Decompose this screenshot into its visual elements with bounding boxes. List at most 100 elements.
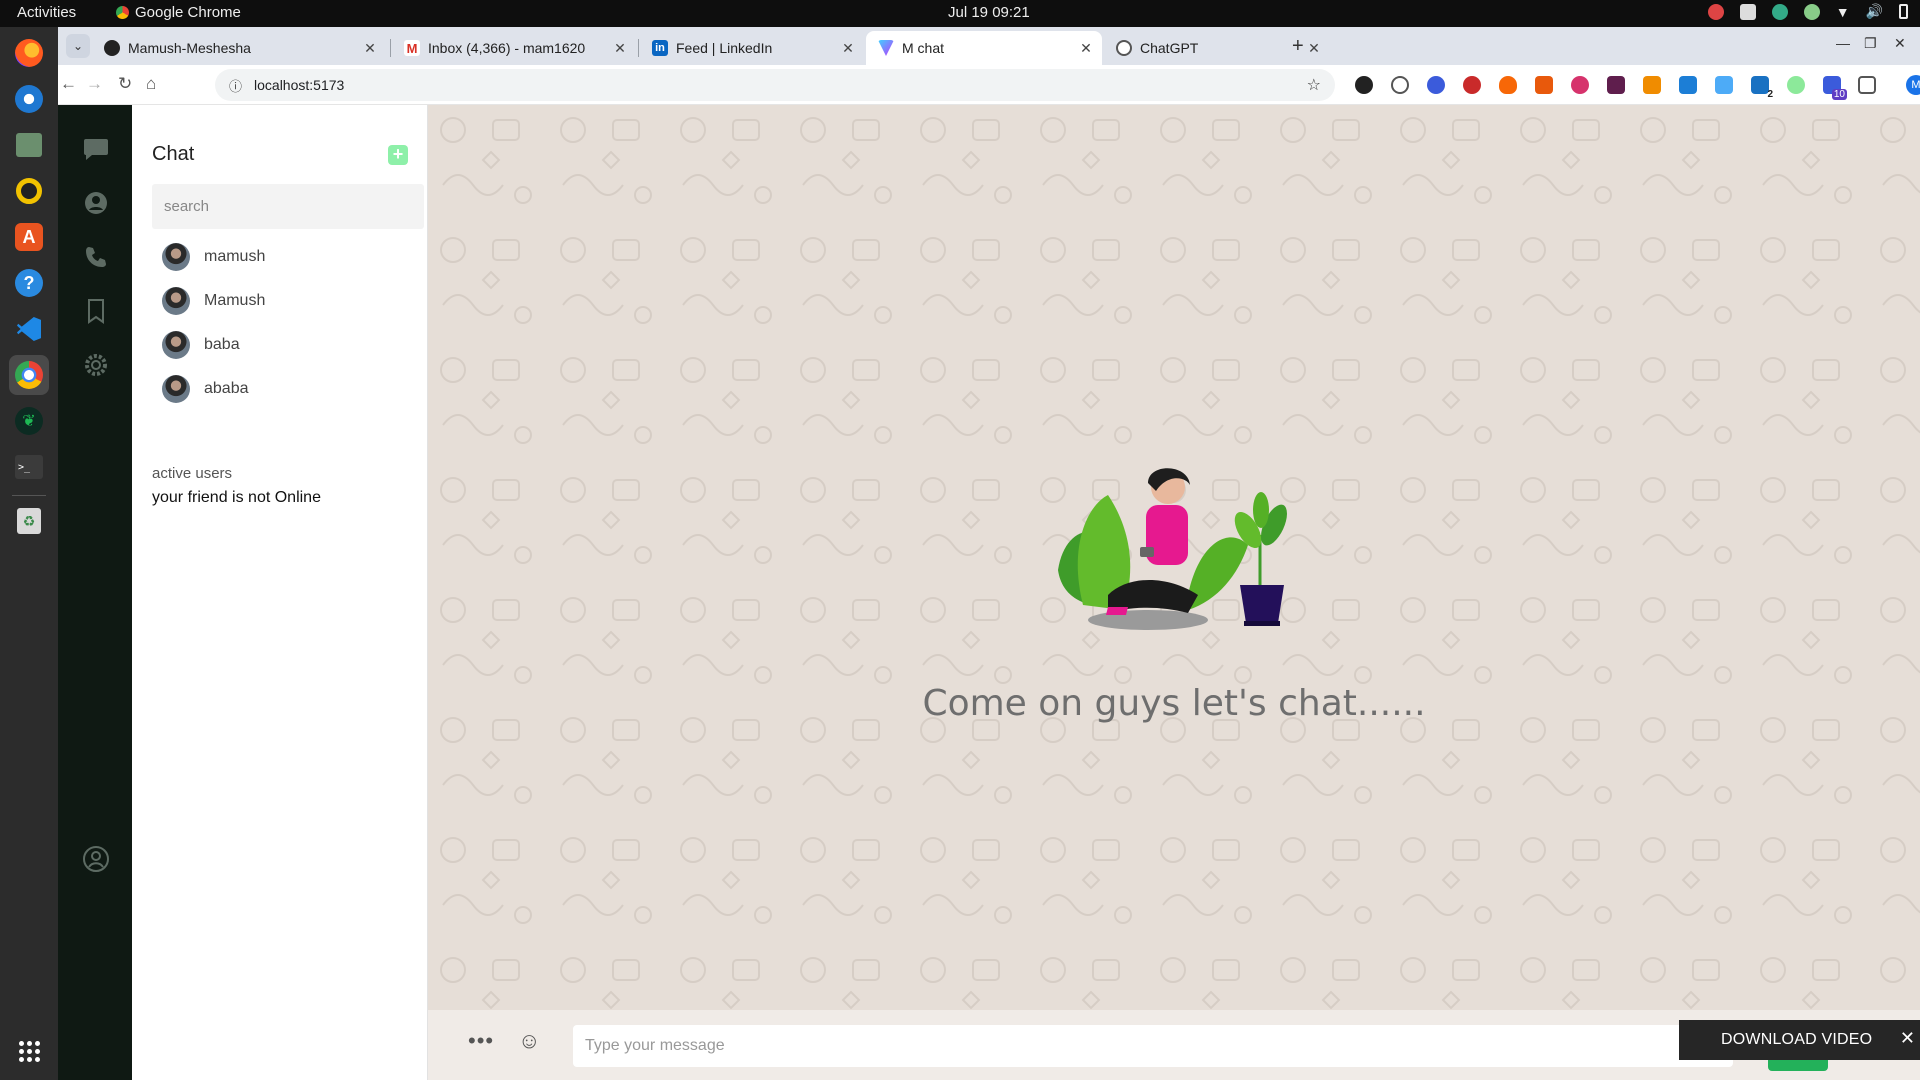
tab-linkedin[interactable]: in Feed | LinkedIn ✕ — [640, 31, 864, 65]
extensions-puzzle-icon[interactable] — [1858, 76, 1876, 94]
chat-main-area: Come on guys let's chat...... ••• ☺ DOWN… — [428, 105, 1920, 1080]
vscode-icon[interactable] — [9, 309, 49, 349]
contact-item[interactable]: baba — [162, 329, 402, 361]
firefox-icon[interactable] — [9, 33, 49, 73]
person-with-plant-illustration — [1058, 468, 1287, 630]
trash-icon[interactable]: ♻ — [9, 501, 49, 541]
more-options-icon[interactable]: ••• — [468, 1028, 494, 1054]
tab-title: M chat — [902, 40, 945, 56]
tray-shield-icon[interactable] — [1803, 3, 1820, 20]
extension-icon[interactable] — [1571, 76, 1589, 94]
extension-icon[interactable] — [1355, 76, 1373, 94]
tab-close-icon[interactable]: ✕ — [360, 40, 380, 57]
contact-item[interactable]: ababa — [162, 373, 402, 405]
extension-icon[interactable]: 10 — [1823, 76, 1847, 100]
clock[interactable]: Jul 19 09:21 — [948, 4, 1030, 21]
bookmark-icon[interactable] — [82, 297, 110, 325]
extension-badge: 2 — [1767, 89, 1773, 100]
system-tray[interactable]: ▼ 🔊 — [1707, 3, 1908, 20]
gmail-icon: M — [404, 40, 420, 56]
help-icon[interactable]: ? — [9, 263, 49, 303]
files-icon[interactable] — [9, 125, 49, 165]
extension-icon[interactable] — [1607, 76, 1625, 94]
url-text[interactable]: localhost:5173 — [254, 77, 344, 93]
rhythmbox-icon[interactable] — [9, 171, 49, 211]
reload-icon[interactable]: ↻ — [118, 74, 132, 94]
volume-icon[interactable]: 🔊 — [1866, 3, 1883, 20]
contact-item[interactable]: Mamush — [162, 285, 402, 317]
tab-title: ChatGPT — [1140, 40, 1199, 56]
close-icon[interactable]: ✕ — [1900, 1028, 1915, 1049]
extension-icon[interactable] — [1535, 76, 1553, 94]
add-chat-plus-icon[interactable]: + — [388, 145, 408, 165]
chat-app: Chat + mamush Mamush baba ababa — [58, 105, 1920, 1080]
tab-strip: ⌄ Mamush-Meshesha ✕ M Inbox (4,366) - ma… — [58, 27, 1920, 65]
tab-close-icon[interactable]: ✕ — [1304, 40, 1324, 57]
site-info-icon[interactable]: ⓘ — [229, 76, 242, 95]
close-window-icon[interactable]: ✕ — [1894, 35, 1906, 52]
phone-call-icon[interactable] — [82, 243, 110, 271]
chat-bubble-icon[interactable] — [82, 135, 110, 163]
tab-close-icon[interactable]: ✕ — [1076, 40, 1096, 57]
tab-close-icon[interactable]: ✕ — [838, 40, 858, 57]
restore-icon[interactable]: ❐ — [1864, 35, 1877, 52]
contact-item[interactable]: mamush — [162, 241, 402, 273]
contact-name: ababa — [204, 380, 249, 397]
tray-chrome-icon[interactable] — [1771, 3, 1788, 20]
address-bar[interactable]: ⓘ localhost:5173 ☆ — [215, 69, 1335, 101]
activities-button[interactable]: Activities — [17, 4, 76, 21]
wifi-icon[interactable]: ▼ — [1836, 4, 1850, 20]
vite-icon — [878, 40, 894, 56]
chrome-dock-icon[interactable] — [9, 355, 49, 395]
home-icon[interactable]: ⌂ — [146, 74, 156, 94]
emoji-icon[interactable]: ☺ — [518, 1028, 540, 1054]
friend-status-text: your friend is not Online — [152, 489, 321, 506]
tray-app-icon[interactable] — [1739, 3, 1756, 20]
show-apps-icon[interactable] — [9, 1031, 49, 1071]
tab-search-chevron-icon[interactable]: ⌄ — [66, 34, 90, 58]
extension-icon[interactable] — [1787, 76, 1805, 94]
dock: A ? ❦ >_ ♻ — [0, 27, 58, 1080]
tray-app-icon[interactable] — [1707, 3, 1724, 20]
app-center-icon[interactable]: A — [9, 217, 49, 257]
panel-title: Chat — [152, 143, 195, 165]
extension-icon[interactable] — [1427, 76, 1445, 94]
extension-badge: 10 — [1831, 89, 1847, 100]
extension-icon[interactable] — [1499, 76, 1517, 94]
forward-arrow-icon[interactable]: → — [86, 74, 103, 94]
chrome-icon — [116, 6, 129, 19]
app-menu[interactable]: Google Chrome — [116, 4, 241, 21]
battery-icon[interactable] — [1899, 4, 1908, 19]
extension-icon[interactable]: 2 — [1751, 76, 1773, 100]
search-input[interactable] — [152, 184, 424, 229]
minimize-icon[interactable]: — — [1836, 35, 1850, 51]
tab-title: Feed | LinkedIn — [676, 40, 773, 56]
download-video-overlay[interactable]: DOWNLOAD VIDEO ✕ — [1679, 1020, 1920, 1060]
mongodb-compass-icon[interactable]: ❦ — [9, 401, 49, 441]
avatar — [162, 375, 190, 403]
download-video-label: DOWNLOAD VIDEO — [1721, 1031, 1873, 1048]
extension-icon[interactable] — [1679, 76, 1697, 94]
back-arrow-icon[interactable]: ← — [60, 74, 77, 94]
extension-icon[interactable] — [1463, 76, 1481, 94]
thunderbird-icon[interactable] — [9, 79, 49, 119]
tab-gmail[interactable]: M Inbox (4,366) - mam1620 ✕ — [392, 31, 636, 65]
tab-github[interactable]: Mamush-Meshesha ✕ — [92, 31, 386, 65]
extension-icon[interactable] — [1715, 76, 1733, 94]
message-input[interactable] — [573, 1025, 1733, 1067]
tab-close-icon[interactable]: ✕ — [610, 40, 630, 57]
extension-icon[interactable] — [1643, 76, 1661, 94]
settings-gear-icon[interactable] — [82, 351, 110, 379]
account-circle-icon[interactable] — [82, 845, 110, 873]
tab-title: Inbox (4,366) - mam1620 — [428, 40, 586, 56]
terminal-icon[interactable]: >_ — [9, 447, 49, 487]
new-tab-plus-icon[interactable]: + — [1292, 35, 1304, 58]
openai-icon — [1116, 40, 1132, 56]
profile-icon[interactable] — [82, 189, 110, 217]
welcome-message: Come on guys let's chat...... — [922, 683, 1426, 724]
extension-icon[interactable] — [1391, 76, 1409, 94]
bookmark-star-icon[interactable]: ☆ — [1307, 75, 1321, 95]
tab-separator — [638, 39, 639, 57]
tab-m-chat[interactable]: M chat ✕ — [866, 31, 1102, 65]
profile-avatar[interactable]: M — [1906, 75, 1920, 95]
